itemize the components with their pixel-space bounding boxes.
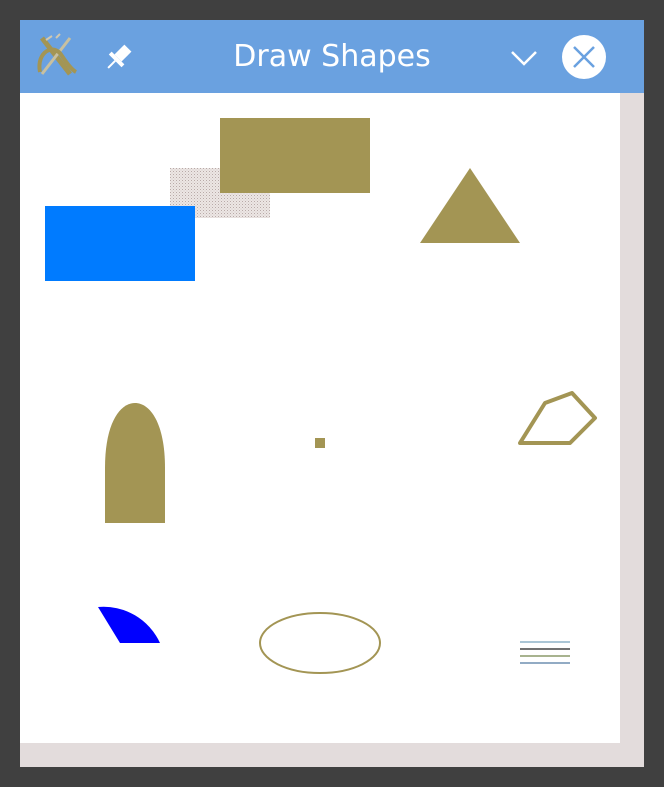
filled-sector (98, 606, 160, 643)
filled-triangle (420, 168, 520, 243)
title-bar[interactable]: Draw Shapes (20, 20, 644, 93)
chevron-down-icon (511, 51, 537, 66)
drawing-canvas[interactable] (20, 93, 620, 743)
line-set (520, 641, 570, 664)
small-square-point (315, 438, 325, 448)
app-logo-icon (37, 33, 78, 76)
close-button[interactable] (562, 35, 606, 79)
collapse-button[interactable] (504, 38, 544, 78)
outlined-ellipse (259, 612, 381, 674)
pin-button[interactable] (98, 38, 138, 78)
pin-icon (107, 44, 132, 69)
filled-rectangle-olive (220, 118, 370, 193)
filled-rectangle-blue (45, 206, 195, 281)
outlined-pentagon (518, 391, 597, 445)
draw-shapes-window: Draw Shapes (20, 20, 644, 767)
filled-arch (105, 403, 165, 523)
close-icon (573, 46, 595, 68)
